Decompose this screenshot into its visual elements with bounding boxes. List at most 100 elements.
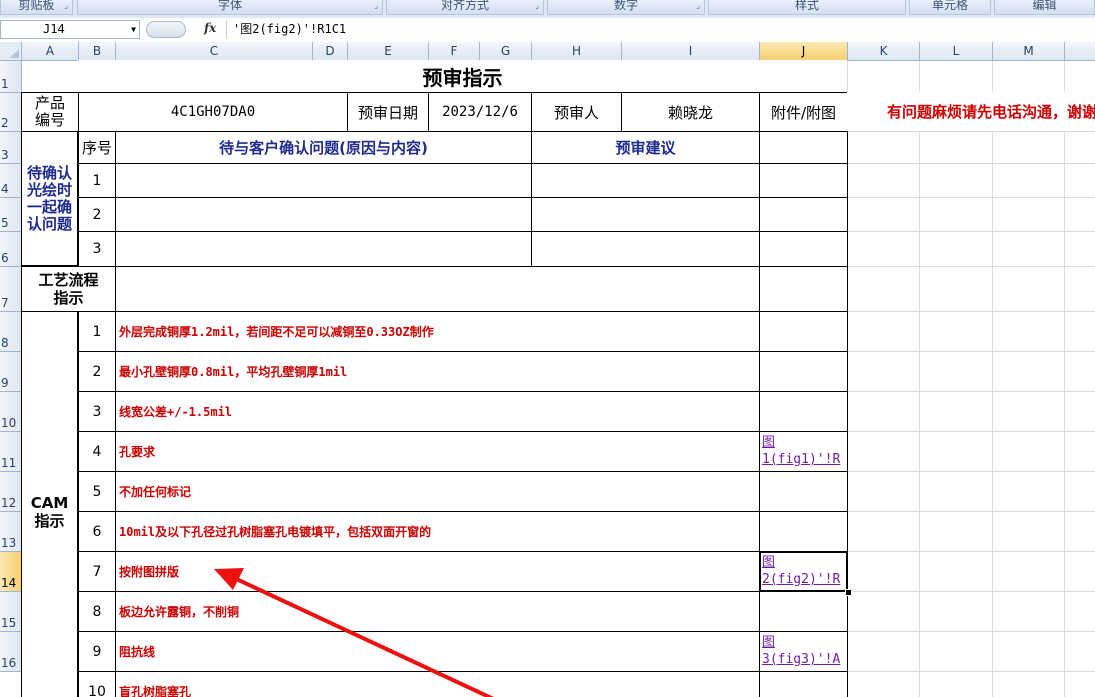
cam-section-label[interactable]: CAM 指示 [21, 311, 78, 697]
row-header-9[interactable]: 9 [0, 352, 22, 392]
attachment-cell[interactable] [759, 591, 848, 632]
ribbon-group-font[interactable]: 字体 ⌟ [77, 0, 383, 15]
row-header-16[interactable]: 16 [0, 632, 22, 672]
column-header-k[interactable]: K [848, 42, 920, 61]
cam-item-number[interactable]: 3 [78, 391, 116, 432]
column-header-h[interactable]: H [532, 42, 622, 61]
row-header-6[interactable]: 6 [0, 232, 22, 267]
column-header-e[interactable]: E [348, 42, 429, 61]
ribbon-group-number[interactable]: 数字 ⌟ [547, 0, 705, 15]
row-header-11[interactable]: 11 [0, 432, 22, 472]
process-label[interactable]: 工艺流程 指示 [21, 266, 116, 312]
suggest-cell[interactable] [531, 197, 760, 232]
row-header-5[interactable]: 5 [0, 198, 22, 232]
product-code-label[interactable]: 产品 编号 [21, 92, 79, 132]
cam-item-number[interactable]: 2 [78, 351, 116, 392]
row-header-12[interactable]: 12 [0, 472, 22, 512]
attachment-cell[interactable] [759, 266, 848, 312]
cam-item-number[interactable]: 6 [78, 511, 116, 552]
seq-header[interactable]: 序号 [78, 131, 116, 164]
attachment-cell[interactable] [759, 163, 848, 198]
formula-bar-expander[interactable] [146, 21, 186, 38]
column-header-a[interactable]: A [22, 42, 79, 61]
column-header-m[interactable]: M [993, 42, 1065, 61]
row-header-1[interactable]: 1 [0, 61, 22, 93]
worksheet-grid[interactable]: ABCDEFGHIJKLMN 12345678910111213141516 预… [0, 42, 1095, 697]
attachment-cell[interactable] [759, 391, 848, 432]
dialog-launcher-icon[interactable]: ⌟ [696, 0, 700, 11]
cam-item-text[interactable]: 不加任何标记 [115, 471, 760, 512]
attachment-cell[interactable] [759, 131, 848, 164]
insert-function-icon[interactable]: fx [204, 21, 216, 35]
cam-item-text[interactable]: 盲孔树脂塞孔 [115, 671, 760, 697]
cam-item-text[interactable]: 板边允许露铜，不削铜 [115, 591, 760, 632]
cam-item-number[interactable]: 10 [78, 671, 116, 697]
suggest-cell[interactable] [531, 231, 760, 267]
attachment-cell[interactable] [759, 351, 848, 392]
review-date-value[interactable]: 2023/12/6 [428, 92, 532, 132]
column-header-n[interactable]: N [1065, 42, 1095, 61]
column-header-d[interactable]: D [313, 42, 348, 61]
attachment-cell[interactable] [759, 311, 848, 352]
name-box[interactable]: J14 ▼ [0, 20, 140, 39]
cam-item-text[interactable]: 按附图拼版 [115, 551, 760, 592]
attachment-cell[interactable] [759, 231, 848, 267]
row-header-13[interactable]: 13 [0, 512, 22, 552]
confirm-header[interactable]: 待与客户确认问题(原因与内容) [115, 131, 532, 164]
chevron-down-icon[interactable]: ▼ [131, 21, 136, 38]
cam-item-text[interactable]: 阻抗线 [115, 631, 760, 672]
review-date-label[interactable]: 预审日期 [347, 92, 429, 132]
row-header-10[interactable]: 10 [0, 392, 22, 432]
ribbon-group-editing[interactable]: 编辑 [994, 0, 1095, 15]
fill-handle[interactable] [845, 589, 852, 596]
cam-item-number[interactable]: 9 [78, 631, 116, 672]
confirm-row-number[interactable]: 2 [78, 197, 116, 232]
confirm-issue-cell[interactable] [115, 197, 532, 232]
attachment-cell[interactable] [759, 511, 848, 552]
attachment-label[interactable]: 附件/附图 [759, 92, 848, 132]
cam-item-text[interactable]: 外层完成铜厚1.2mil，若间距不足可以减铜至0.33OZ制作 [115, 311, 760, 352]
dialog-launcher-icon[interactable]: ⌟ [374, 0, 378, 11]
contact-note[interactable]: 有问题麻烦请先电话沟通，谢谢： [847, 92, 1095, 131]
ribbon-group-alignment[interactable]: 对齐方式 ⌟ [386, 0, 544, 15]
cam-item-text[interactable]: 10mil及以下孔径过孔树脂塞孔电镀填平，包括双面开窗的 [115, 511, 760, 552]
product-code-value[interactable]: 4C1GH07DA0 [78, 92, 348, 132]
cam-item-number[interactable]: 8 [78, 591, 116, 632]
column-header-i[interactable]: I [622, 42, 760, 61]
dialog-launcher-icon[interactable]: ⌟ [64, 0, 68, 11]
ribbon-group-cells[interactable]: 单元格 [909, 0, 991, 15]
reviewer-label[interactable]: 预审人 [531, 92, 622, 132]
cam-item-number[interactable]: 1 [78, 311, 116, 352]
suggest-header[interactable]: 预审建议 [531, 131, 760, 164]
row-header-7[interactable]: 7 [0, 267, 22, 312]
ribbon-group-styles[interactable]: 样式 [708, 0, 906, 15]
row-header-4[interactable]: 4 [0, 164, 22, 198]
column-header-f[interactable]: F [429, 42, 480, 61]
sheet-title[interactable]: 预审指示 [78, 60, 847, 92]
suggest-cell[interactable] [531, 163, 760, 198]
cam-item-text[interactable]: 孔要求 [115, 431, 760, 472]
column-header-l[interactable]: L [920, 42, 993, 61]
confirm-row-number[interactable]: 1 [78, 163, 116, 198]
cam-item-text[interactable]: 最小孔壁铜厚0.8mil，平均孔壁铜厚1mil [115, 351, 760, 392]
attachment-link[interactable]: 图 3(fig3)'!A [759, 631, 848, 672]
row-header-15[interactable]: 15 [0, 592, 22, 632]
column-header-c[interactable]: C [116, 42, 313, 61]
attachment-cell[interactable] [759, 197, 848, 232]
attachment-cell[interactable] [759, 671, 848, 697]
formula-input[interactable]: '图2(fig2)'!R1C1 [226, 20, 1095, 39]
confirm-row-number[interactable]: 3 [78, 231, 116, 267]
cam-item-text[interactable]: 线宽公差+/-1.5mil [115, 391, 760, 432]
confirm-issue-cell[interactable] [115, 231, 532, 267]
cam-item-number[interactable]: 7 [78, 551, 116, 592]
reviewer-value[interactable]: 赖晓龙 [621, 92, 760, 132]
confirm-section-label[interactable]: 待确认 光绘时 一起确 认问题 [21, 131, 78, 266]
attachment-link[interactable]: 图 2(fig2)'!R [759, 551, 848, 592]
row-header-8[interactable]: 8 [0, 312, 22, 352]
select-all-button[interactable] [0, 42, 22, 61]
column-header-b[interactable]: B [79, 42, 116, 61]
attachment-link[interactable]: 图 1(fig1)'!R [759, 431, 848, 472]
row-header-2[interactable]: 2 [0, 93, 22, 132]
ribbon-group-clipboard[interactable]: 剪贴板 ⌟ [0, 0, 73, 15]
confirm-issue-cell[interactable] [115, 163, 532, 198]
